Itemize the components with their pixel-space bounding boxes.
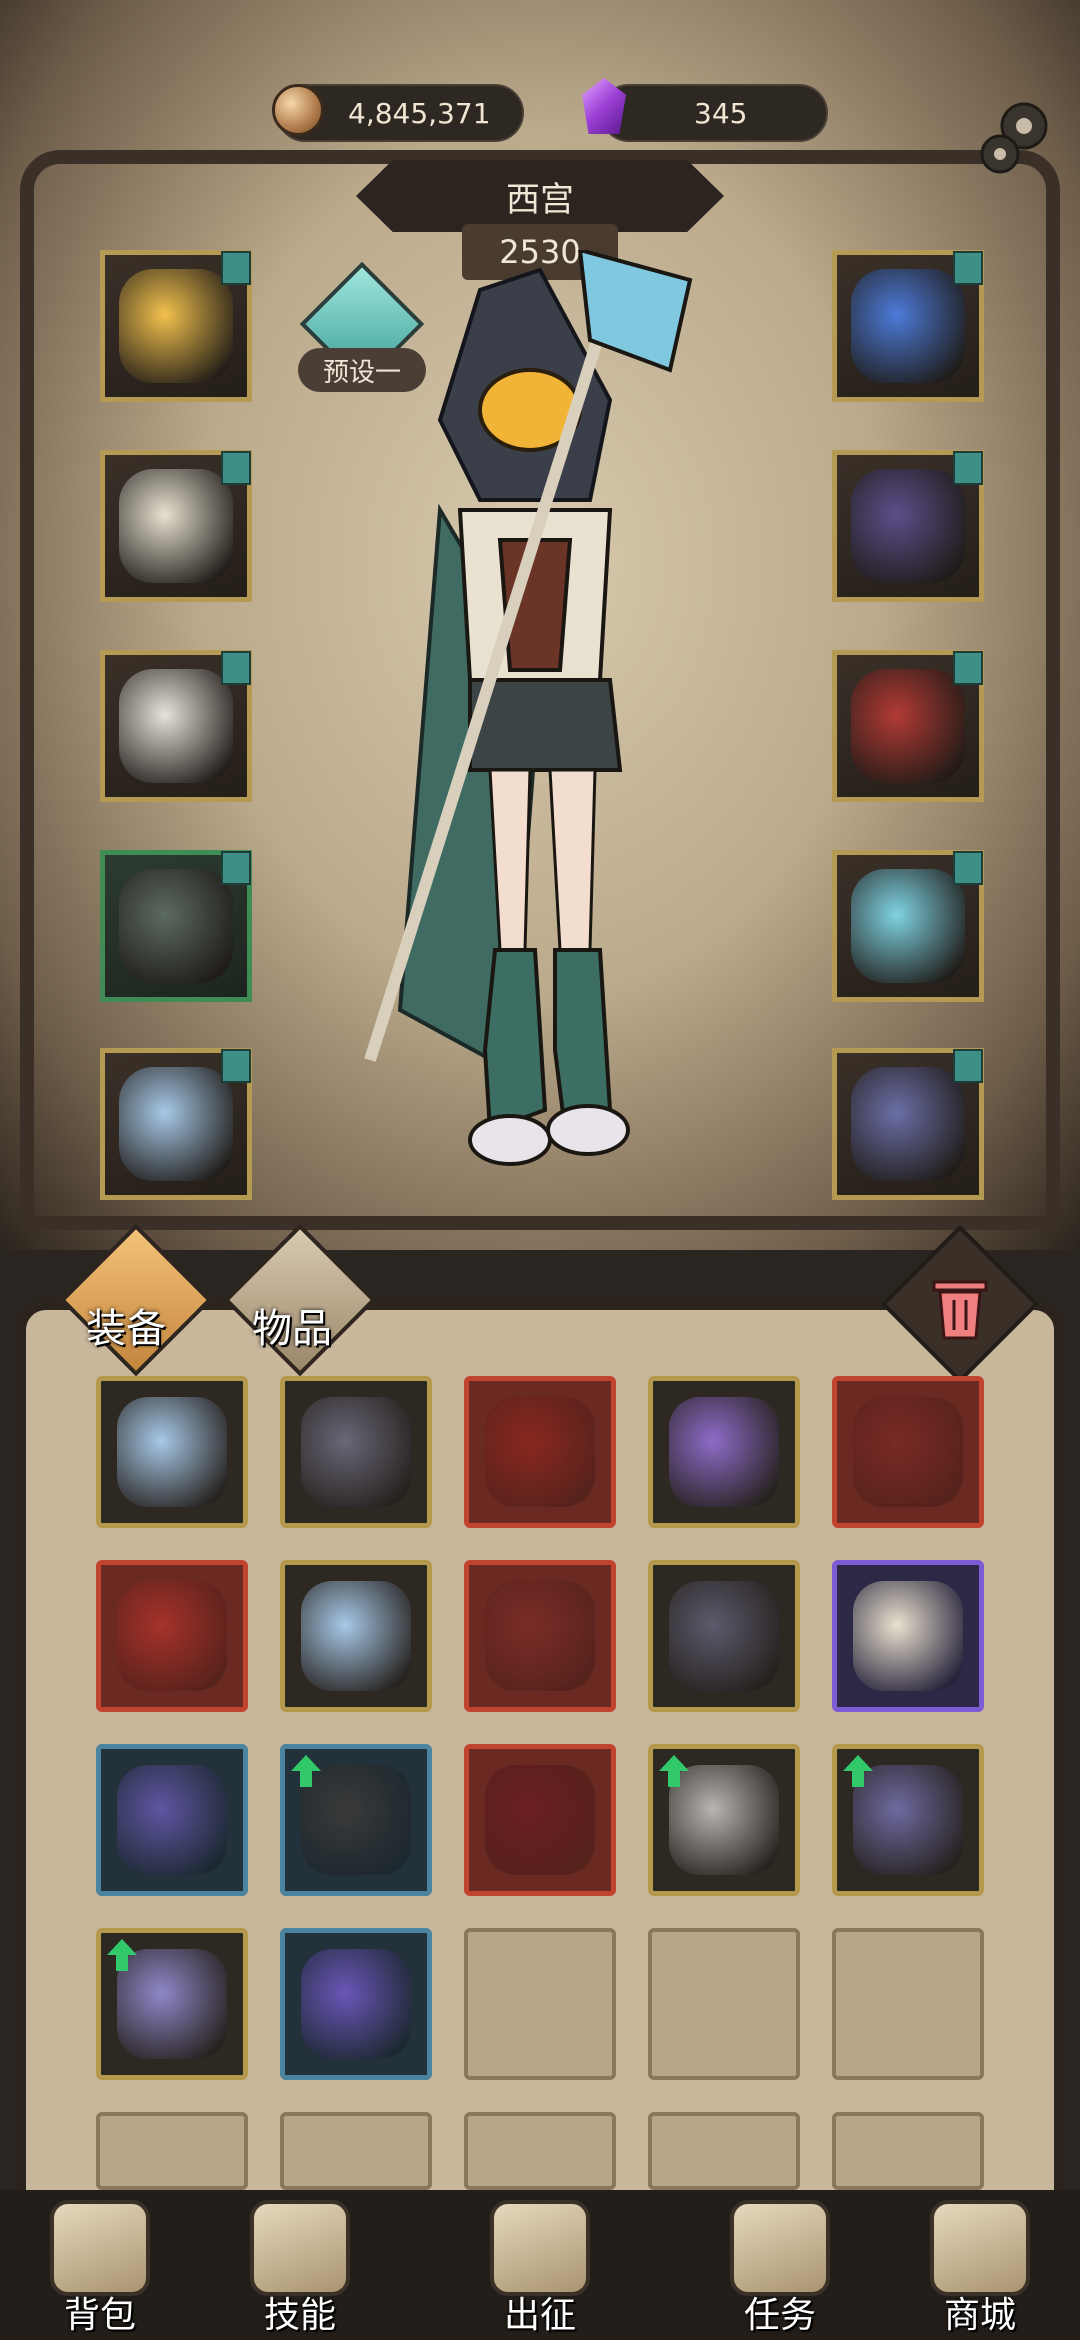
character-portrait [364, 250, 693, 1166]
slot-marker-icon [953, 651, 983, 685]
slot-marker-icon [221, 451, 251, 485]
shorts-icon [119, 869, 233, 983]
shop-crown-icon [930, 2200, 1030, 2296]
slot-marker-icon [221, 1049, 251, 1083]
weapon-slot[interactable] [832, 850, 984, 1002]
nav-expedition[interactable]: 出征 [440, 2190, 640, 2340]
eye-amulet-icon [851, 269, 965, 383]
gold-value: 4,845,371 [348, 96, 491, 130]
red-pauldron-icon [851, 669, 965, 783]
inventory-item[interactable] [832, 1560, 984, 1712]
boots-icon [301, 1581, 411, 1691]
nav-label: 出征 [503, 2295, 576, 2336]
inventory-item[interactable] [464, 1744, 616, 1896]
empty-inventory-slot[interactable] [832, 2112, 984, 2190]
greaves-icon [669, 1581, 779, 1691]
inventory-item[interactable] [280, 1744, 432, 1896]
demon-mask-icon [117, 1581, 227, 1691]
inventory-item[interactable] [464, 1560, 616, 1712]
nav-shop[interactable]: 商城 [880, 2190, 1080, 2340]
slot-marker-icon [221, 851, 251, 885]
gauntlet-icon [119, 669, 233, 783]
cape-icon [851, 469, 965, 583]
gem-counter: 345 [600, 84, 828, 142]
cape-slot[interactable] [832, 450, 984, 602]
slot-marker-icon [953, 451, 983, 485]
boots-slot[interactable] [100, 1048, 252, 1200]
boots-icon [119, 1067, 233, 1181]
inventory-item[interactable] [96, 1376, 248, 1528]
hood-icon [853, 1581, 963, 1691]
slot-marker-icon [953, 251, 983, 285]
nav-skills[interactable]: 技能 [200, 2190, 400, 2340]
boots-icon [117, 1397, 227, 1507]
amulet-slot[interactable] [832, 250, 984, 402]
empty-inventory-slot[interactable] [464, 1928, 616, 2080]
shorts-icon [301, 1765, 411, 1875]
gloves-slot[interactable] [100, 650, 252, 802]
nav-label: 商城 [943, 2295, 1016, 2336]
backpack-icon [50, 2200, 150, 2296]
inventory-item[interactable] [648, 1560, 800, 1712]
inventory-item[interactable] [96, 1928, 248, 2080]
purple-chest-icon [301, 1949, 411, 2059]
inventory-item[interactable] [648, 1376, 800, 1528]
hood-slot[interactable] [100, 250, 252, 402]
staff-icon [117, 1765, 227, 1875]
empty-inventory-slot[interactable] [648, 1928, 800, 2080]
shoulder-slot[interactable] [832, 650, 984, 802]
nav-label: 技能 [263, 2295, 336, 2336]
scythe-icon [485, 1765, 595, 1875]
empty-inventory-slot[interactable] [280, 2112, 432, 2190]
inventory-item[interactable] [280, 1376, 432, 1528]
tab-equipment[interactable]: 装备 [86, 1296, 166, 1354]
inventory-item[interactable] [280, 1560, 432, 1712]
empty-inventory-slot[interactable] [96, 2112, 248, 2190]
settings-gear-icon[interactable] [972, 96, 1056, 180]
sword-banner-icon [490, 2200, 590, 2296]
chest-slot[interactable] [100, 450, 252, 602]
tab-items[interactable]: 物品 [252, 1296, 332, 1354]
empty-inventory-slot[interactable] [832, 1928, 984, 2080]
ring-icon [851, 1067, 965, 1181]
gold-coin-icon [272, 84, 324, 136]
empty-inventory-slot[interactable] [648, 2112, 800, 2190]
nav-label: 任务 [743, 2295, 816, 2336]
demon-armor-icon [485, 1397, 595, 1507]
inventory-item[interactable] [96, 1560, 248, 1712]
slot-marker-icon [221, 651, 251, 685]
ring-slot[interactable] [832, 1048, 984, 1200]
inventory-item[interactable] [464, 1376, 616, 1528]
inventory-item[interactable] [280, 1928, 432, 2080]
slot-marker-icon [221, 251, 251, 285]
pants-slot[interactable] [100, 850, 252, 1002]
sword-icon [485, 1581, 595, 1691]
hood-helmet-icon [119, 269, 233, 383]
slot-marker-icon [953, 1049, 983, 1083]
scroll-icon [730, 2200, 830, 2296]
spear-icon [669, 1397, 779, 1507]
gem-value: 345 [694, 96, 748, 130]
nav-label: 背包 [63, 2295, 136, 2336]
staff-icon [851, 869, 965, 983]
empty-inventory-slot[interactable] [464, 2112, 616, 2190]
gauntlet-icon [301, 1397, 411, 1507]
red-gauntlet-icon [853, 1397, 963, 1507]
slot-marker-icon [953, 851, 983, 885]
crystal-shoulder-icon [117, 1949, 227, 2059]
skill-book-icon [250, 2200, 350, 2296]
pickaxe-icon [669, 1765, 779, 1875]
nav-backpack[interactable]: 背包 [0, 2190, 200, 2340]
character-name: 西宫 [356, 160, 724, 232]
inventory-item[interactable] [648, 1744, 800, 1896]
trash-icon[interactable] [918, 1262, 1002, 1346]
dragon-armor-icon [853, 1765, 963, 1875]
nav-tasks[interactable]: 任务 [680, 2190, 880, 2340]
inventory-item[interactable] [832, 1376, 984, 1528]
chest-armor-icon [119, 469, 233, 583]
inventory-item[interactable] [832, 1744, 984, 1896]
inventory-item[interactable] [96, 1744, 248, 1896]
